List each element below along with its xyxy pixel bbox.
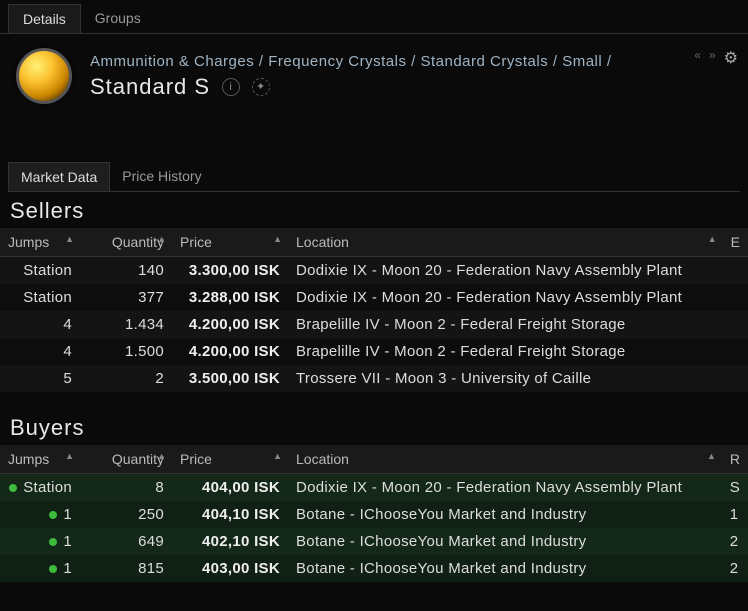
cell-qty: 815 bbox=[80, 555, 172, 582]
table-row[interactable]: Station 8 404,00 ISK Dodixie IX - Moon 2… bbox=[0, 474, 748, 501]
nav-forward-button[interactable]: » bbox=[709, 48, 716, 68]
col-jumps[interactable]: Jumps▲ bbox=[0, 228, 80, 257]
cell-location: Dodixie IX - Moon 20 - Federation Navy A… bbox=[288, 257, 730, 284]
buyers-scroll[interactable]: Station 8 404,00 ISK Dodixie IX - Moon 2… bbox=[0, 474, 748, 604]
status-dot-icon bbox=[49, 511, 57, 519]
status-dot-icon bbox=[9, 484, 17, 492]
cell-location: Botane - IChooseYou Market and Industry bbox=[288, 528, 722, 555]
cell-price: 404,00 ISK bbox=[172, 474, 288, 501]
buyers-header: Jumps▲ Quantity▲ Price▲ Location▲ R bbox=[0, 445, 748, 474]
table-row[interactable]: 1 649 402,10 ISK Botane - IChooseYou Mar… bbox=[0, 528, 748, 555]
cell-price: 3.500,00 ISK bbox=[172, 365, 288, 392]
tab-groups[interactable]: Groups bbox=[81, 4, 155, 33]
breadcrumb-1[interactable]: Frequency Crystals bbox=[268, 53, 406, 70]
nav-controls: « » ⚙ bbox=[694, 48, 738, 68]
cell-price: 3.288,00 ISK bbox=[172, 284, 288, 311]
col-location[interactable]: Location▲ bbox=[288, 445, 722, 474]
cell-jumps: 1 bbox=[0, 555, 80, 582]
cell-price: 4.200,00 ISK bbox=[172, 311, 288, 338]
breadcrumb-3[interactable]: Small bbox=[562, 53, 602, 70]
table-row[interactable]: 4 1.434 4.200,00 ISK Brapelille IV - Moo… bbox=[0, 311, 748, 338]
cell-price: 402,10 ISK bbox=[172, 528, 288, 555]
cell-qty: 140 bbox=[80, 257, 172, 284]
sellers-title: Sellers bbox=[0, 192, 748, 228]
buyers-body: Station 8 404,00 ISK Dodixie IX - Moon 2… bbox=[0, 474, 748, 582]
tab-market-data[interactable]: Market Data bbox=[8, 162, 110, 191]
table-row[interactable]: Station 140 3.300,00 ISK Dodixie IX - Mo… bbox=[0, 257, 748, 284]
sellers-body: Station 140 3.300,00 ISK Dodixie IX - Mo… bbox=[0, 257, 748, 392]
market-tabs: Market Data Price History bbox=[8, 162, 740, 192]
sellers-header: Jumps▲ Quantity▲ Price▲ Location▲ E bbox=[0, 228, 748, 257]
sellers-scroll[interactable]: Station 140 3.300,00 ISK Dodixie IX - Mo… bbox=[0, 257, 748, 409]
cell-ext bbox=[730, 257, 748, 284]
cell-qty: 1.500 bbox=[80, 338, 172, 365]
cell-jumps: Station bbox=[0, 474, 80, 501]
cell-ext: 1 bbox=[722, 501, 748, 528]
breadcrumb-0[interactable]: Ammunition & Charges bbox=[90, 53, 254, 70]
cell-qty: 1.434 bbox=[80, 311, 172, 338]
item-icon bbox=[16, 48, 72, 104]
status-dot-icon bbox=[49, 538, 57, 546]
cell-jumps: 1 bbox=[0, 528, 80, 555]
cell-jumps: 5 bbox=[0, 365, 80, 392]
cell-jumps: Station bbox=[0, 284, 80, 311]
table-row[interactable]: 5 2 3.500,00 ISK Trossere VII - Moon 3 -… bbox=[0, 365, 748, 392]
cell-location: Trossere VII - Moon 3 - University of Ca… bbox=[288, 365, 730, 392]
cell-ext bbox=[730, 365, 748, 392]
table-row[interactable]: Station 377 3.288,00 ISK Dodixie IX - Mo… bbox=[0, 284, 748, 311]
cell-price: 4.200,00 ISK bbox=[172, 338, 288, 365]
col-price[interactable]: Price▲ bbox=[172, 228, 288, 257]
cell-ext: S bbox=[722, 474, 748, 501]
col-ext[interactable]: R bbox=[722, 445, 748, 474]
cell-qty: 8 bbox=[80, 474, 172, 501]
tab-price-history[interactable]: Price History bbox=[110, 162, 213, 191]
cell-location: Botane - IChooseYou Market and Industry bbox=[288, 501, 722, 528]
status-dot-icon bbox=[49, 565, 57, 573]
cell-jumps: 1 bbox=[0, 501, 80, 528]
col-price[interactable]: Price▲ bbox=[172, 445, 288, 474]
cell-qty: 649 bbox=[80, 528, 172, 555]
top-tabs: Details Groups bbox=[0, 0, 748, 34]
cell-location: Brapelille IV - Moon 2 - Federal Freight… bbox=[288, 311, 730, 338]
cell-ext bbox=[730, 338, 748, 365]
breadcrumb: Ammunition & Charges / Frequency Crystal… bbox=[90, 53, 732, 70]
cell-ext: 2 bbox=[722, 528, 748, 555]
buyers-title: Buyers bbox=[0, 409, 748, 445]
cell-location: Dodixie IX - Moon 20 - Federation Navy A… bbox=[288, 284, 730, 311]
cell-price: 404,10 ISK bbox=[172, 501, 288, 528]
tab-details[interactable]: Details bbox=[8, 4, 81, 33]
info-icon[interactable]: i bbox=[222, 78, 240, 96]
nav-back-button[interactable]: « bbox=[694, 48, 701, 68]
item-title-row: Standard S i ✦ bbox=[90, 74, 732, 100]
cell-jumps: 4 bbox=[0, 311, 80, 338]
cell-qty: 2 bbox=[80, 365, 172, 392]
gear-icon[interactable]: ⚙ bbox=[724, 48, 738, 68]
table-row[interactable]: 1 250 404,10 ISK Botane - IChooseYou Mar… bbox=[0, 501, 748, 528]
breadcrumb-2[interactable]: Standard Crystals bbox=[420, 53, 548, 70]
col-quantity[interactable]: Quantity▲ bbox=[80, 445, 172, 474]
item-name: Standard S bbox=[90, 74, 210, 100]
table-row[interactable]: 1 815 403,00 ISK Botane - IChooseYou Mar… bbox=[0, 555, 748, 582]
table-row[interactable]: 4 1.500 4.200,00 ISK Brapelille IV - Moo… bbox=[0, 338, 748, 365]
cell-price: 3.300,00 ISK bbox=[172, 257, 288, 284]
cell-qty: 250 bbox=[80, 501, 172, 528]
cell-location: Brapelille IV - Moon 2 - Federal Freight… bbox=[288, 338, 730, 365]
col-location[interactable]: Location▲ bbox=[288, 228, 723, 257]
cell-qty: 377 bbox=[80, 284, 172, 311]
cell-jumps: 4 bbox=[0, 338, 80, 365]
col-quantity[interactable]: Quantity▲ bbox=[80, 228, 172, 257]
cell-location: Dodixie IX - Moon 20 - Federation Navy A… bbox=[288, 474, 722, 501]
cell-location: Botane - IChooseYou Market and Industry bbox=[288, 555, 722, 582]
cell-ext bbox=[730, 311, 748, 338]
cell-ext bbox=[730, 284, 748, 311]
col-ext[interactable]: E bbox=[723, 228, 748, 257]
cell-jumps: Station bbox=[0, 257, 80, 284]
target-icon[interactable]: ✦ bbox=[252, 78, 270, 96]
item-header: Ammunition & Charges / Frequency Crystal… bbox=[0, 34, 748, 114]
cell-ext: 2 bbox=[722, 555, 748, 582]
col-jumps[interactable]: Jumps▲ bbox=[0, 445, 80, 474]
cell-price: 403,00 ISK bbox=[172, 555, 288, 582]
